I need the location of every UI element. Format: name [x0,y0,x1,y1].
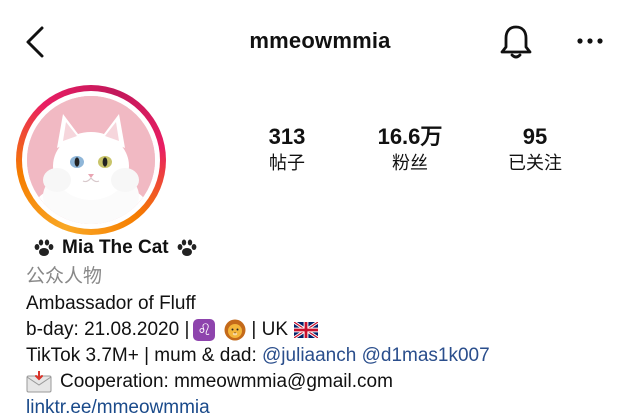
uk-flag-icon [294,322,319,338]
envelope-icon [26,371,52,393]
paw-print-icon [34,239,54,256]
cooperation-text: Cooperation: mmeowmmia@gmail.com [60,371,393,392]
bio-cooperation-line: Cooperation: mmeowmmia@gmail.com [26,370,393,394]
lion-face-icon [224,319,246,341]
posts-stat[interactable]: 313 帖子 [232,124,342,175]
bio-birthday-line: b-day: 21.08.2020 | ♌ | UK [26,318,319,342]
followers-stat[interactable]: 16.6万 粉丝 [355,124,465,175]
birthday-text: b-day: 21.08.2020 | [26,319,190,340]
mention-link-d1mas1k007[interactable]: @d1mas1k007 [362,345,490,366]
display-name: Mia The Cat [62,237,169,258]
followers-label: 粉丝 [392,153,428,173]
profile-category: 公众人物 [26,266,103,287]
bell-icon[interactable] [496,22,536,62]
bio-external-link[interactable]: linktr.ee/mmeowmmia [26,396,210,420]
paw-print-icon [177,239,197,256]
leo-zodiac-icon: ♌ [193,319,216,341]
followers-count: 16.6万 [377,124,443,149]
posts-count: 313 [268,124,306,149]
white-cat-avatar-image [27,96,155,224]
profile-username-title: mmeowmmia [249,28,391,53]
following-count: 95 [522,124,548,149]
posts-label: 帖子 [269,153,305,173]
mention-link-juliaanch[interactable]: @juliaanch [262,345,356,366]
following-label: 已关注 [508,153,562,173]
bio-tiktok-line: TikTok 3.7M+ | mum & dad: @juliaanch @d1… [26,344,490,368]
display-name-row: Mia The Cat [26,236,205,260]
following-stat[interactable]: 95 已关注 [480,124,590,175]
profile-avatar[interactable] [27,96,155,224]
country-text: | UK [251,319,289,340]
bio-tagline: Ambassador of Fluff [26,293,196,314]
more-horizontal-icon[interactable] [570,26,610,56]
tiktok-text: TikTok 3.7M+ | mum & dad: [26,345,257,366]
